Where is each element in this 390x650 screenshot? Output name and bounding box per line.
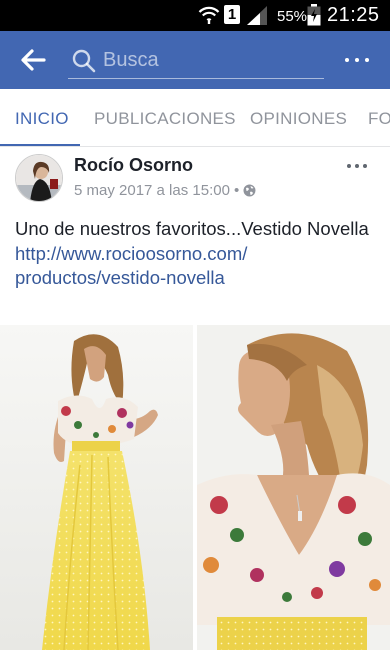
post-photos: [0, 325, 390, 650]
post-date[interactable]: 5 may 2017 a las 15:00: [74, 182, 230, 199]
tab-fotos[interactable]: FO: [368, 109, 390, 129]
wifi-icon: [198, 6, 220, 24]
post-message: Uno de nuestros favoritos...Vestido Nove…: [15, 218, 369, 239]
more-options-icon[interactable]: [342, 51, 372, 69]
tab-opiniones[interactable]: OPINIONES: [250, 109, 347, 129]
page-name[interactable]: Rocío Osorno: [74, 155, 193, 176]
battery-icon: [307, 4, 321, 26]
signal-icon: [247, 6, 267, 25]
post-header: Rocío Osorno 5 may 2017 a las 15:00 •: [0, 147, 390, 211]
post-photo-full-dress[interactable]: [0, 325, 193, 650]
post-meta: 5 may 2017 a las 15:00 •: [74, 182, 256, 199]
avatar[interactable]: [15, 154, 63, 202]
post-link[interactable]: http://www.rocioosorno.com/productos/ves…: [15, 243, 247, 289]
app-bar: Busca: [0, 31, 390, 89]
search-placeholder: Busca: [103, 49, 159, 71]
status-bar: 1 55% 21:25: [0, 0, 390, 31]
sim-slot-indicator: 1: [224, 5, 240, 24]
post-link-line2: productos/vestido-novella: [15, 267, 225, 288]
globe-icon: [243, 184, 256, 197]
post-photo-closeup[interactable]: [197, 325, 390, 650]
search-input[interactable]: Busca: [68, 43, 324, 79]
battery-percent: 55%: [277, 8, 308, 25]
tab-inicio[interactable]: INICIO: [15, 109, 69, 129]
page-tabs: INICIO PUBLICACIONES OPINIONES FO: [0, 89, 390, 147]
post-text-block: Uno de nuestros favoritos...Vestido Nove…: [15, 217, 375, 291]
tab-publicaciones[interactable]: PUBLICACIONES: [94, 109, 236, 129]
post-options-icon[interactable]: [344, 159, 370, 173]
meta-separator: •: [233, 182, 240, 199]
clock: 21:25: [327, 4, 380, 26]
post-link-line1: http://www.rocioosorno.com/: [15, 242, 248, 264]
back-arrow-icon[interactable]: [20, 47, 46, 73]
search-icon: [72, 49, 96, 73]
